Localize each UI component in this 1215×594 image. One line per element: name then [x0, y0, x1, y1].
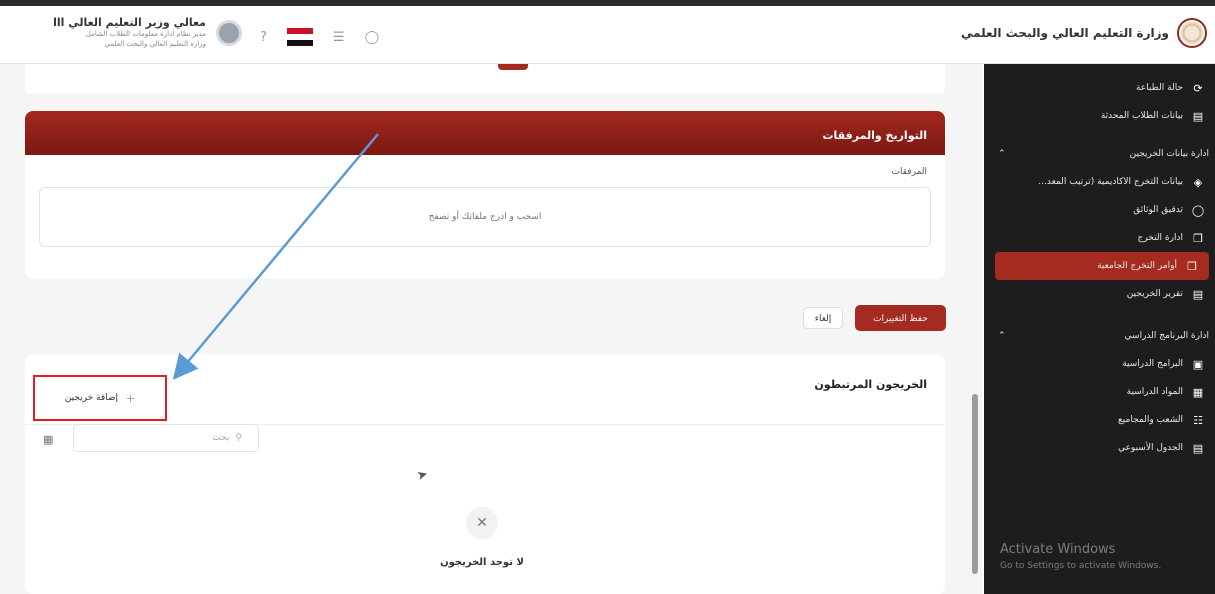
chevron-up-icon: ⌃ — [998, 149, 1006, 159]
sidebar-item-label: البرامج الدراسية — [1122, 359, 1183, 369]
document-icon: ▤ — [1192, 287, 1204, 301]
app-header: وزارة التعليم العالي والبحث العلمي معالي… — [0, 6, 1215, 64]
sidebar-item-label: الجدول الأسبوعي — [1118, 443, 1183, 453]
network-icon: ☷ — [1193, 413, 1203, 427]
sidebar-item-label: حالة الطباعة — [1135, 83, 1183, 93]
panel-title: التواريخ والمرفقات — [25, 111, 945, 155]
cancel-button[interactable]: إلغاء — [803, 307, 843, 329]
sidebar: ⟳ حالة الطباعة ▤ بيانات الطلاب المحدثة ا… — [984, 64, 1215, 594]
graduates-title: الخريجون المرتبطون — [814, 378, 927, 391]
help-icon[interactable]: ? — [260, 30, 267, 45]
user-block[interactable]: معالي وزير التعليم العالي ااا مدير نظام … — [36, 16, 242, 49]
refresh-icon: ⟳ — [1193, 81, 1203, 95]
sidebar-item-print-status[interactable]: ⟳ حالة الطباعة — [984, 74, 1215, 102]
search-placeholder: بحث — [212, 433, 230, 443]
add-graduates-label: إضافة خريجين — [64, 393, 119, 403]
copy-icon: ❐ — [1187, 259, 1197, 273]
file-icon: ▤ — [1192, 109, 1204, 123]
menu-icon[interactable]: ☰ — [333, 30, 345, 45]
sidebar-item-study-programs[interactable]: ▣ البرامج الدراسية — [984, 350, 1215, 378]
sidebar-item-subjects[interactable]: ▦ المواد الدراسية — [984, 378, 1215, 406]
sidebar-item-graduation-management[interactable]: ❐ ادارة التخرج — [984, 224, 1215, 252]
avatar[interactable] — [216, 19, 242, 46]
user-name: معالي وزير التعليم العالي ااا — [53, 16, 206, 29]
books-icon: ▦ — [1192, 385, 1204, 399]
sidebar-item-label: المواد الدراسية — [1126, 387, 1183, 397]
ministry-name: وزارة التعليم العالي والبحث العلمي — [960, 26, 1169, 40]
previous-card — [25, 64, 945, 94]
sidebar-section-graduates[interactable]: ادارة بيانات الخريجين ⌃ — [984, 140, 1215, 168]
user-org: وزارة التعليم العالي والبحث العلمي — [104, 40, 206, 48]
watermark-subtitle: Go to Settings to activate Windows. — [1000, 561, 1162, 571]
sidebar-item-label: بيانات الطلاب المحدثة — [1100, 111, 1183, 121]
notification-icon[interactable]: ◯ — [365, 30, 380, 45]
sidebar-item-label: أوامر التخرج الجامعية — [1097, 261, 1177, 271]
sidebar-item-label: تقرير الخريجين — [1126, 289, 1183, 299]
card-accent — [498, 64, 528, 70]
graduation-cap-icon: ◈ — [1193, 175, 1203, 189]
header-icons: ? ☰ ◯ — [260, 28, 379, 46]
sidebar-item-label: الشعب والمجاميع — [1118, 415, 1183, 425]
flag-icon[interactable] — [286, 28, 313, 46]
empty-state-text: لا توجد الخريجون — [440, 557, 524, 568]
search-icon: ⚲ — [235, 433, 242, 443]
shield-icon: ◯ — [1191, 203, 1205, 217]
attachments-label: المرفقات — [891, 167, 927, 177]
sidebar-item-updated-students[interactable]: ▤ بيانات الطلاب المحدثة — [984, 102, 1215, 130]
sidebar-item-sections[interactable]: ☷ الشعب والمجاميع — [984, 406, 1215, 434]
ministry-logo — [1177, 18, 1207, 48]
sidebar-section-label: ادارة بيانات الخريجين — [1129, 149, 1209, 159]
sidebar-item-academic-graduation[interactable]: ◈ بيانات التخرج الاكاديمية (ترتيب المعد.… — [984, 168, 1215, 196]
user-role: مدير نظام ادارة معلومات الطلاب الشامل — [85, 30, 206, 38]
save-changes-button[interactable]: حفظ التغييرات — [855, 305, 946, 331]
sidebar-item-weekly-schedule[interactable]: ▤ الجدول الأسبوعي — [984, 434, 1215, 462]
column-settings-icon[interactable]: ▦ — [43, 433, 53, 446]
brand[interactable]: وزارة التعليم العالي والبحث العلمي — [961, 18, 1207, 48]
copy-icon: ❐ — [1193, 231, 1203, 245]
dropzone-text: اسحب و ادرج ملفاتك أو تصفح — [428, 212, 542, 222]
main-scrollbar[interactable] — [968, 64, 982, 594]
sidebar-section-label: ادارة البرنامج الدراسي — [1124, 331, 1209, 341]
windows-activation-watermark: Activate Windows Go to Settings to activ… — [1000, 542, 1161, 574]
sidebar-item-document-audit[interactable]: ◯ تدقيق الوثائق — [984, 196, 1215, 224]
watermark-title: Activate Windows — [1000, 542, 1116, 557]
sidebar-item-label: بيانات التخرج الاكاديمية (ترتيب المعد... — [1038, 177, 1183, 187]
empty-state-icon: ✕ — [466, 507, 498, 539]
chevron-up-icon: ⌃ — [998, 331, 1006, 341]
calendar-icon: ▤ — [1192, 441, 1204, 455]
sidebar-item-label: تدقيق الوثائق — [1133, 205, 1183, 215]
sidebar-item-label: ادارة التخرج — [1137, 233, 1183, 243]
user-text: معالي وزير التعليم العالي ااا مدير نظام … — [36, 16, 206, 49]
dates-attachments-panel: التواريخ والمرفقات المرفقات اسحب و ادرج … — [25, 111, 945, 279]
sidebar-item-graduates-report[interactable]: ▤ تقرير الخريجين — [984, 280, 1215, 308]
file-dropzone[interactable]: اسحب و ادرج ملفاتك أو تصفح — [39, 187, 931, 247]
search-input[interactable]: بحث ⚲ — [73, 424, 259, 452]
add-graduates-button[interactable]: إضافة خريجين + — [33, 375, 167, 421]
monitor-icon: ▣ — [1192, 357, 1204, 371]
sidebar-section-programs[interactable]: ادارة البرنامج الدراسي ⌃ — [984, 322, 1215, 350]
scrollbar-thumb[interactable] — [972, 394, 978, 574]
sidebar-item-university-orders[interactable]: ❐ أوامر التخرج الجامعية — [995, 252, 1209, 280]
plus-icon: + — [126, 391, 136, 405]
